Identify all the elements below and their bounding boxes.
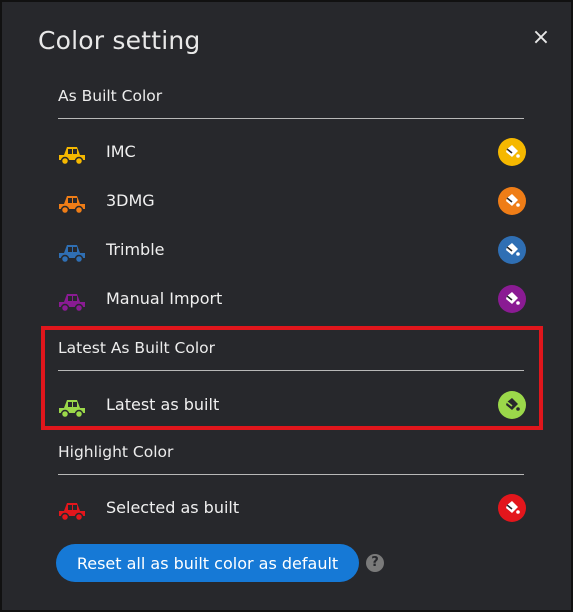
- row-label: 3DMG: [106, 191, 155, 210]
- section-title-latest: Latest As Built Color: [58, 339, 215, 357]
- row-label: Manual Import: [106, 289, 223, 308]
- truck-icon: [59, 196, 85, 214]
- close-icon[interactable]: ×: [529, 26, 553, 50]
- truck-icon: [59, 503, 85, 521]
- paint-bucket-icon: [506, 243, 520, 256]
- paint-bucket-icon: [506, 145, 520, 158]
- divider: [58, 474, 524, 475]
- section-title-as-built: As Built Color: [58, 87, 163, 105]
- row-imc: IMC: [56, 136, 526, 170]
- row-latest-as-built: Latest as built: [56, 389, 526, 423]
- truck-icon: [59, 245, 85, 263]
- paint-bucket-icon: [506, 194, 520, 207]
- color-picker-button[interactable]: [498, 285, 526, 313]
- color-picker-button[interactable]: [498, 138, 526, 166]
- divider: [58, 370, 524, 371]
- color-picker-button[interactable]: [498, 391, 526, 419]
- row-label: Trimble: [106, 240, 165, 259]
- row-selected-as-built: Selected as built: [56, 492, 526, 526]
- truck-icon: [59, 147, 85, 165]
- truck-icon: [59, 294, 85, 312]
- row-trimble: Trimble: [56, 234, 526, 268]
- color-picker-button[interactable]: [498, 187, 526, 215]
- paint-bucket-icon: [506, 398, 520, 411]
- color-setting-dialog: Color setting × As Built Color IMC 3DMG …: [0, 0, 573, 612]
- row-label: Latest as built: [106, 395, 220, 414]
- dialog-title: Color setting: [38, 26, 201, 55]
- reset-default-button[interactable]: Reset all as built color as default: [56, 544, 359, 582]
- color-picker-button[interactable]: [498, 236, 526, 264]
- paint-bucket-icon: [506, 501, 520, 514]
- paint-bucket-icon: [506, 292, 520, 305]
- color-picker-button[interactable]: [498, 494, 526, 522]
- row-label: IMC: [106, 142, 136, 161]
- row-label: Selected as built: [106, 498, 240, 517]
- help-icon[interactable]: ?: [366, 554, 384, 572]
- row-manual-import: Manual Import: [56, 283, 526, 317]
- divider: [58, 118, 524, 119]
- truck-icon: [59, 400, 85, 418]
- section-title-highlight: Highlight Color: [58, 443, 174, 461]
- row-3dmg: 3DMG: [56, 185, 526, 219]
